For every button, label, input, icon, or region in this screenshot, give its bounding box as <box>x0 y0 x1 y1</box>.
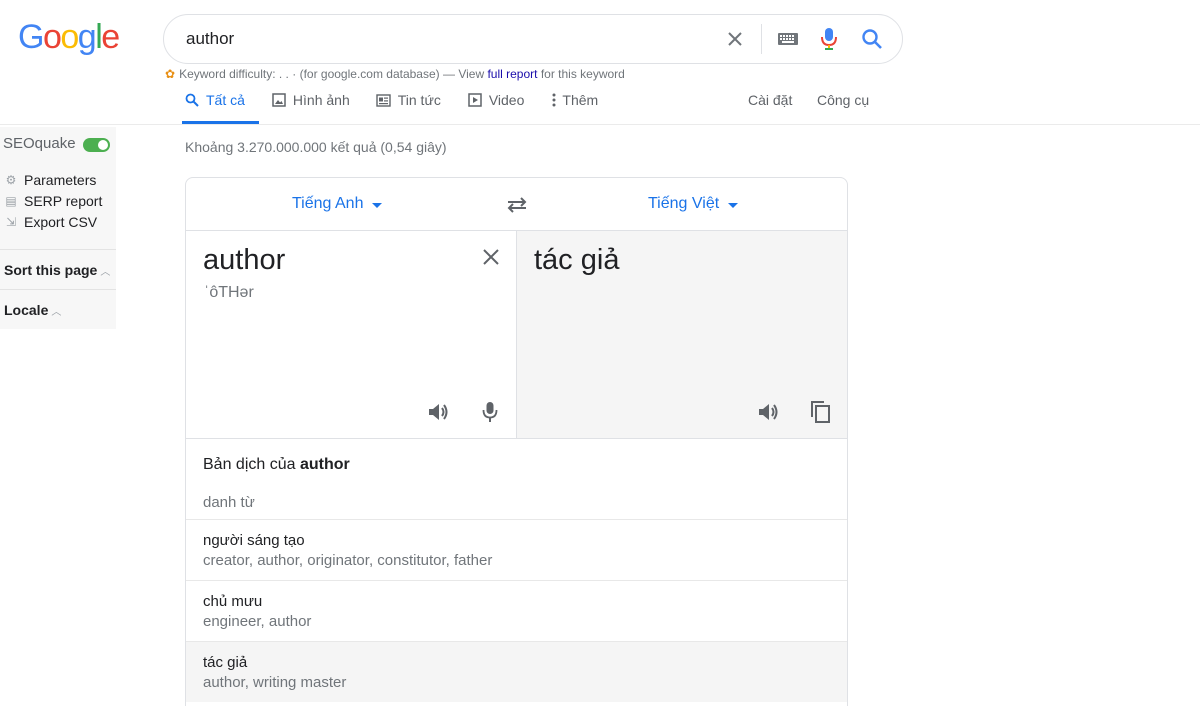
kwd-suffix: for this keyword <box>537 67 625 81</box>
tab-label: Video <box>488 92 525 108</box>
source-text[interactable]: author <box>203 244 285 277</box>
search-input[interactable] <box>186 29 706 49</box>
locale-label: Locale <box>4 302 49 318</box>
dictionary-entry[interactable]: người sáng tạo creator, author, originat… <box>186 519 847 580</box>
entry-synonyms: engineer, author <box>203 613 312 630</box>
target-pane: tác giả <box>517 231 847 439</box>
logo-letter: e <box>101 18 120 56</box>
tab-images[interactable]: Hình ảnh <box>271 86 350 124</box>
seoquake-icon: ✿ <box>165 67 176 81</box>
dict-prefix: Bản dịch của <box>203 456 300 473</box>
dropdown-arrow-icon <box>728 203 739 208</box>
tab-all[interactable]: Tất cả <box>182 86 259 124</box>
sort-label: Sort this page <box>4 262 98 278</box>
tab-more[interactable]: Thêm <box>550 86 598 124</box>
phonetic-text: ˈôTHər <box>204 284 254 301</box>
tab-label: Thêm <box>562 92 599 108</box>
clear-source-icon[interactable] <box>478 244 504 270</box>
news-icon <box>376 92 392 108</box>
seo-divider <box>0 249 116 250</box>
tools-link[interactable]: Công cụ <box>817 92 869 108</box>
entry-synonyms: creator, author, originator, constitutor… <box>203 552 493 569</box>
keyboard-icon[interactable] <box>774 15 802 63</box>
google-logo[interactable]: Google <box>18 18 120 57</box>
dropdown-arrow-icon <box>372 203 383 208</box>
search-icon <box>184 92 200 108</box>
entry-word: tác giả <box>203 654 248 671</box>
header-divider <box>0 124 1200 125</box>
dict-word: author <box>299 456 350 473</box>
export-icon: ⇲ <box>5 215 17 229</box>
tab-label: Hình ảnh <box>292 92 350 108</box>
kwd-middle: (for google.com database) — View <box>296 67 488 81</box>
target-language-select[interactable]: Tiếng Việt <box>648 195 739 213</box>
search-box <box>163 14 903 64</box>
part-of-speech: danh từ <box>203 494 255 511</box>
kwd-prefix: Keyword difficulty: <box>179 67 279 81</box>
serp-report-link[interactable]: ▤ SERP report <box>4 193 102 209</box>
chevron-up-icon: ︿ <box>100 267 111 278</box>
seoquake-panel: SEOquake ⚙ Parameters ▤ SERP report ⇲ Expor… <box>0 127 116 329</box>
source-pane[interactable]: author ˈôTHər <box>186 231 517 439</box>
gear-icon: ⚙ <box>5 173 17 187</box>
tab-news[interactable]: Tin tức <box>376 86 441 124</box>
result-stats: Khoảng 3.270.000.000 kết quả (0,54 giây) <box>185 139 447 155</box>
parameters-link[interactable]: ⚙ Parameters <box>4 172 97 188</box>
translate-card: Tiếng Anh Tiếng Việt author ˈôTHər tác g… <box>185 177 848 706</box>
copy-icon[interactable] <box>807 399 833 425</box>
swap-languages-icon[interactable] <box>504 192 530 218</box>
entry-word: chủ mưu <box>203 593 263 610</box>
export-csv-link[interactable]: ⇲ Export CSV <box>4 214 97 230</box>
dictionary-entry[interactable]: chủ mưu engineer, author <box>186 580 847 641</box>
search-divider <box>761 24 762 54</box>
source-language-select[interactable]: Tiếng Anh <box>292 195 383 213</box>
full-report-link[interactable]: full report <box>487 67 537 81</box>
target-text: tác giả <box>534 244 620 276</box>
item-label: Parameters <box>24 172 97 188</box>
image-icon <box>271 92 287 108</box>
speaker-icon[interactable] <box>426 399 452 425</box>
entry-synonyms: author, writing master <box>203 674 347 691</box>
mic-icon[interactable] <box>477 399 503 425</box>
sort-this-page[interactable]: Sort this page ︿ <box>4 262 110 278</box>
search-tabs: Tất cả Hình ảnh Tin tức Video Thêm <box>176 86 624 124</box>
tab-label: Tất cả <box>206 92 245 108</box>
dictionary-entry[interactable]: tác giả author, writing master <box>186 641 847 702</box>
more-vertical-icon <box>550 92 558 108</box>
logo-letter: g <box>77 18 97 56</box>
video-icon <box>467 92 483 108</box>
mic-icon[interactable] <box>817 15 841 63</box>
logo-letter: o <box>42 18 62 56</box>
tab-video[interactable]: Video <box>467 86 525 124</box>
entry-word: người sáng tạo <box>203 532 305 549</box>
report-icon: ▤ <box>5 194 17 208</box>
search-icon[interactable] <box>858 15 886 63</box>
seo-divider <box>0 289 116 290</box>
logo-letter: G <box>18 18 44 56</box>
dictionary-title: Bản dịch của author <box>203 456 350 474</box>
tab-label: Tin tức <box>397 92 441 108</box>
settings-link[interactable]: Cài đặt <box>748 92 792 108</box>
speaker-icon[interactable] <box>756 399 782 425</box>
kwd-dots: . . · <box>278 67 297 81</box>
source-language-label: Tiếng Anh <box>292 195 364 212</box>
logo-letter: o <box>60 18 79 56</box>
item-label: SERP report <box>24 193 103 209</box>
close-icon[interactable] <box>721 15 749 63</box>
seoquake-title: SEOquake <box>3 135 76 152</box>
keyword-difficulty-bar: ✿ Keyword difficulty: . . · (for google.c… <box>165 67 625 81</box>
target-language-label: Tiếng Việt <box>648 195 720 212</box>
locale-toggle[interactable]: Locale ︿ <box>4 302 61 318</box>
item-label: Export CSV <box>24 214 98 230</box>
seoquake-toggle[interactable] <box>83 138 110 152</box>
chevron-up-icon: ︿ <box>51 307 62 318</box>
language-bar: Tiếng Anh Tiếng Việt <box>186 178 847 231</box>
